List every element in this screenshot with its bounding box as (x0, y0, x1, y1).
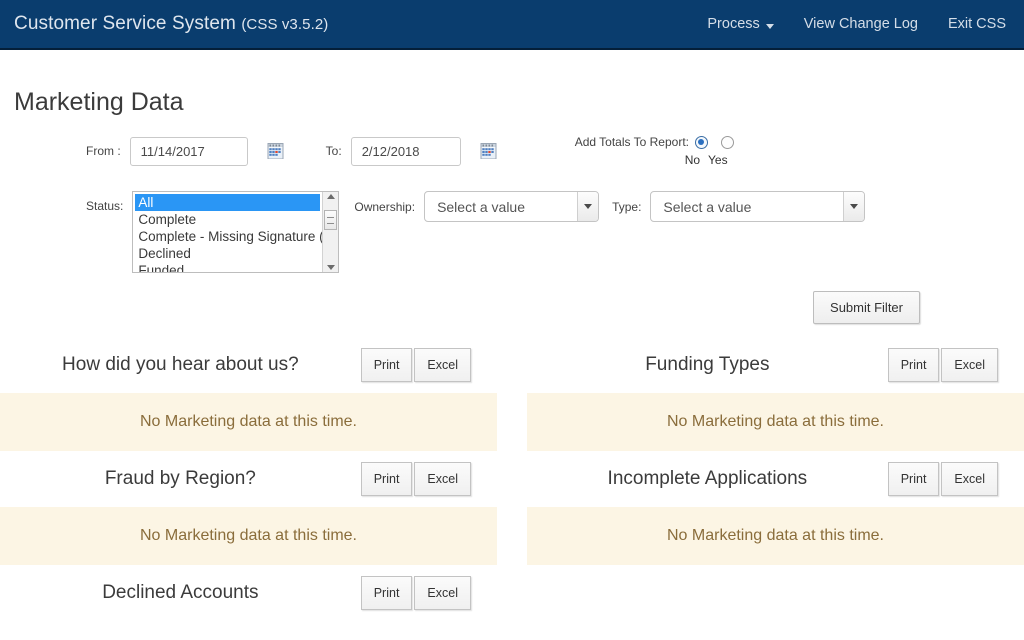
status-listbox[interactable]: All Complete Complete - Missing Signatur… (132, 191, 340, 273)
excel-button[interactable]: Excel (941, 462, 998, 496)
date-filter-row: From : 11/14/2017 To: 2/12/2018 Add Tota… (0, 135, 1024, 167)
select-filter-row: Status: All Complete Complete - Missing … (0, 191, 1024, 273)
report-title: Fraud by Region? (104, 468, 256, 489)
nav-item-exit-css[interactable]: Exit CSS (948, 16, 1006, 32)
type-dropdown-value: Select a value (663, 198, 752, 215)
ownership-dropdown-value: Select a value (437, 198, 526, 215)
status-option-funded[interactable]: Funded (135, 262, 322, 272)
calendar-icon-from[interactable] (267, 143, 284, 159)
excel-button[interactable]: Excel (941, 348, 998, 382)
reports-grid: How did you hear about us? Print Excel N… (0, 337, 1024, 621)
top-navbar: Customer Service System (CSS v3.5.2) Pro… (0, 0, 1024, 50)
status-option-declined[interactable]: Declined (135, 245, 322, 262)
add-totals-group: Add Totals To Report: No Yes (575, 135, 747, 167)
chevron-down-icon (584, 204, 593, 209)
report-card-fraud-by-region: Fraud by Region? Print Excel No Marketin… (0, 451, 497, 565)
nav-item-process[interactable]: Process (707, 16, 774, 32)
ownership-dropdown[interactable]: Select a value (424, 191, 600, 222)
excel-button[interactable]: Excel (414, 462, 471, 496)
chevron-down-icon (850, 204, 859, 209)
chevron-down-icon (765, 23, 774, 29)
report-actions: Print Excel (887, 462, 998, 496)
report-actions: Print Excel (360, 462, 471, 496)
from-label: From : (86, 144, 121, 158)
filter-form: From : 11/14/2017 To: 2/12/2018 Add Tota… (0, 135, 1024, 325)
status-option-complete-missing-signature[interactable]: Complete - Missing Signature ( (135, 228, 322, 245)
report-card-incomplete-applications: Incomplete Applications Print Excel No M… (527, 451, 1024, 565)
report-title: How did you hear about us? (62, 354, 299, 375)
type-dropdown[interactable]: Select a value (650, 191, 866, 222)
print-button[interactable]: Print (360, 348, 413, 382)
report-actions: Print Excel (887, 348, 998, 382)
submit-filter-row: Submit Filter (0, 291, 1024, 324)
to-label: To: (325, 144, 342, 158)
status-option-all[interactable]: All (135, 194, 321, 211)
report-empty-message: No Marketing data at this time. (0, 507, 497, 565)
report-header: How did you hear about us? Print Excel (0, 337, 497, 393)
nav-item-view-change-log-label: View Change Log (803, 16, 918, 32)
print-button[interactable]: Print (360, 462, 413, 496)
report-actions: Print Excel (360, 576, 471, 610)
nav-links: Process View Change Log Exit CSS (707, 16, 1006, 32)
report-header: Declined Accounts Print Excel (0, 565, 497, 621)
print-button[interactable]: Print (887, 348, 940, 382)
radio-totals-no[interactable] (694, 135, 708, 149)
status-option-complete[interactable]: Complete (135, 211, 322, 228)
to-date-input[interactable]: 2/12/2018 (350, 136, 461, 166)
from-date-input[interactable]: 11/14/2017 (129, 136, 248, 166)
report-card-how-did-you-hear-about-us: How did you hear about us? Print Excel N… (0, 337, 497, 451)
type-dropdown-toggle[interactable] (843, 192, 865, 221)
report-empty-message: No Marketing data at this time. (527, 507, 1024, 565)
ownership-dropdown-toggle[interactable] (577, 192, 599, 221)
print-button[interactable]: Print (887, 462, 940, 496)
report-title: Incomplete Applications (607, 468, 808, 489)
add-totals-row: Add Totals To Report: (575, 135, 747, 149)
print-button[interactable]: Print (360, 576, 413, 610)
report-title: Funding Types (645, 354, 770, 375)
report-actions: Print Excel (360, 348, 471, 382)
status-listbox-scrollbar[interactable] (322, 192, 339, 272)
type-label: Type: (612, 200, 642, 214)
add-totals-option-labels: No Yes (685, 153, 728, 167)
report-empty-message: No Marketing data at this time. (527, 393, 1024, 451)
page-title: Marketing Data (14, 88, 184, 116)
submit-filter-button[interactable]: Submit Filter (813, 291, 920, 324)
report-header: Fraud by Region? Print Excel (0, 451, 497, 507)
report-card-funding-types: Funding Types Print Excel No Marketing d… (527, 337, 1024, 451)
report-row: Fraud by Region? Print Excel No Marketin… (0, 451, 1024, 565)
radio-label-no: No (684, 153, 701, 167)
scrollbar-thumb[interactable] (324, 210, 338, 230)
report-row: How did you hear about us? Print Excel N… (0, 337, 1024, 451)
report-empty-message: No Marketing data at this time. (0, 393, 497, 451)
nav-item-process-label: Process (707, 16, 760, 32)
status-listbox-items: All Complete Complete - Missing Signatur… (133, 192, 322, 272)
app-brand[interactable]: Customer Service System (CSS v3.5.2) (14, 13, 328, 35)
report-card-declined-accounts: Declined Accounts Print Excel (0, 565, 497, 621)
excel-button[interactable]: Excel (414, 576, 471, 610)
brand-version: (CSS v3.5.2) (241, 16, 329, 33)
scroll-down-arrow-icon[interactable] (326, 265, 335, 270)
nav-item-exit-css-label: Exit CSS (947, 16, 1006, 32)
calendar-icon-to[interactable] (480, 143, 497, 159)
scroll-up-arrow-icon[interactable] (326, 194, 335, 199)
report-card-placeholder (527, 565, 1024, 621)
report-header: Incomplete Applications Print Excel (527, 451, 1024, 507)
ownership-label: Ownership: (354, 200, 416, 214)
nav-item-view-change-log[interactable]: View Change Log (804, 16, 918, 32)
brand-name: Customer Service System (14, 13, 236, 34)
radio-totals-yes[interactable] (720, 135, 734, 149)
report-header: Funding Types Print Excel (527, 337, 1024, 393)
report-row: Declined Accounts Print Excel (0, 565, 1024, 621)
excel-button[interactable]: Excel (414, 348, 471, 382)
report-title: Declined Accounts (102, 582, 259, 603)
add-totals-label: Add Totals To Report: (574, 135, 689, 149)
status-label: Status: (86, 199, 124, 213)
radio-label-yes: Yes (708, 153, 728, 167)
